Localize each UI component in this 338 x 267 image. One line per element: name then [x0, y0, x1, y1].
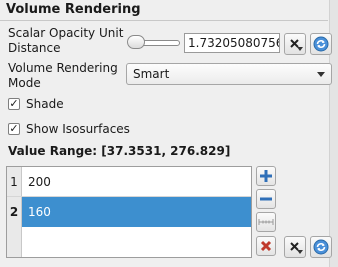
plus-icon [260, 170, 272, 182]
show-isosurfaces-label: Show Isosurfaces [26, 122, 130, 136]
section-divider [0, 20, 328, 21]
scalar-opacity-refresh-button[interactable] [310, 33, 332, 55]
scalar-opacity-input[interactable]: 1.73205080756 [184, 33, 280, 53]
delete-all-button[interactable] [256, 236, 276, 256]
scalar-opacity-label: Scalar Opacity Unit Distance [8, 26, 123, 56]
chevron-down-icon [297, 250, 303, 254]
isosurface-values-table[interactable]: 1 200 2 160 [6, 166, 252, 258]
rendering-mode-dropdown[interactable]: Smart [126, 63, 332, 85]
chevron-down-icon [297, 47, 303, 51]
isosurfaces-refresh-button[interactable] [310, 236, 332, 258]
refresh-icon [313, 36, 329, 52]
chevron-down-icon [317, 72, 325, 77]
scalar-opacity-slider-handle[interactable] [127, 35, 145, 49]
range-ticks-icon [258, 219, 274, 225]
rendering-mode-label-line2: Mode [8, 76, 41, 90]
shade-checkbox[interactable]: ✓ [8, 98, 20, 110]
row-index [7, 227, 22, 257]
value-range-label: Value Range: [8, 144, 98, 158]
scalar-opacity-label-line1: Scalar Opacity Unit [8, 26, 124, 40]
minus-icon [260, 197, 272, 201]
add-value-button[interactable] [256, 166, 276, 186]
table-row-selected[interactable]: 2 160 [7, 197, 251, 227]
value-range: Value Range: [37.3531, 276.829] [8, 144, 230, 158]
rendering-mode-label: Volume Rendering Mode [8, 61, 118, 91]
row-index: 1 [7, 167, 22, 197]
scalar-opacity-label-line2: Distance [8, 41, 61, 55]
table-row-empty [7, 227, 251, 257]
add-range-button[interactable] [256, 212, 276, 232]
delete-x-icon [260, 240, 272, 252]
row-value[interactable]: 160 [22, 197, 251, 227]
rendering-mode-label-line1: Volume Rendering [8, 61, 118, 75]
row-index: 2 [7, 197, 22, 227]
isosurfaces-reset-menu-button[interactable] [284, 236, 306, 258]
section-title: Volume Rendering [6, 2, 141, 17]
scalar-opacity-reset-menu-button[interactable] [284, 33, 306, 55]
value-range-value: [37.3531, 276.829] [101, 144, 231, 158]
remove-value-button[interactable] [256, 189, 276, 209]
rendering-mode-selected: Smart [133, 67, 170, 81]
refresh-icon [313, 239, 329, 255]
row-value[interactable]: 200 [22, 167, 251, 197]
table-row[interactable]: 1 200 [7, 167, 251, 197]
shade-label: Shade [26, 97, 64, 111]
show-isosurfaces-checkbox[interactable]: ✓ [8, 123, 20, 135]
